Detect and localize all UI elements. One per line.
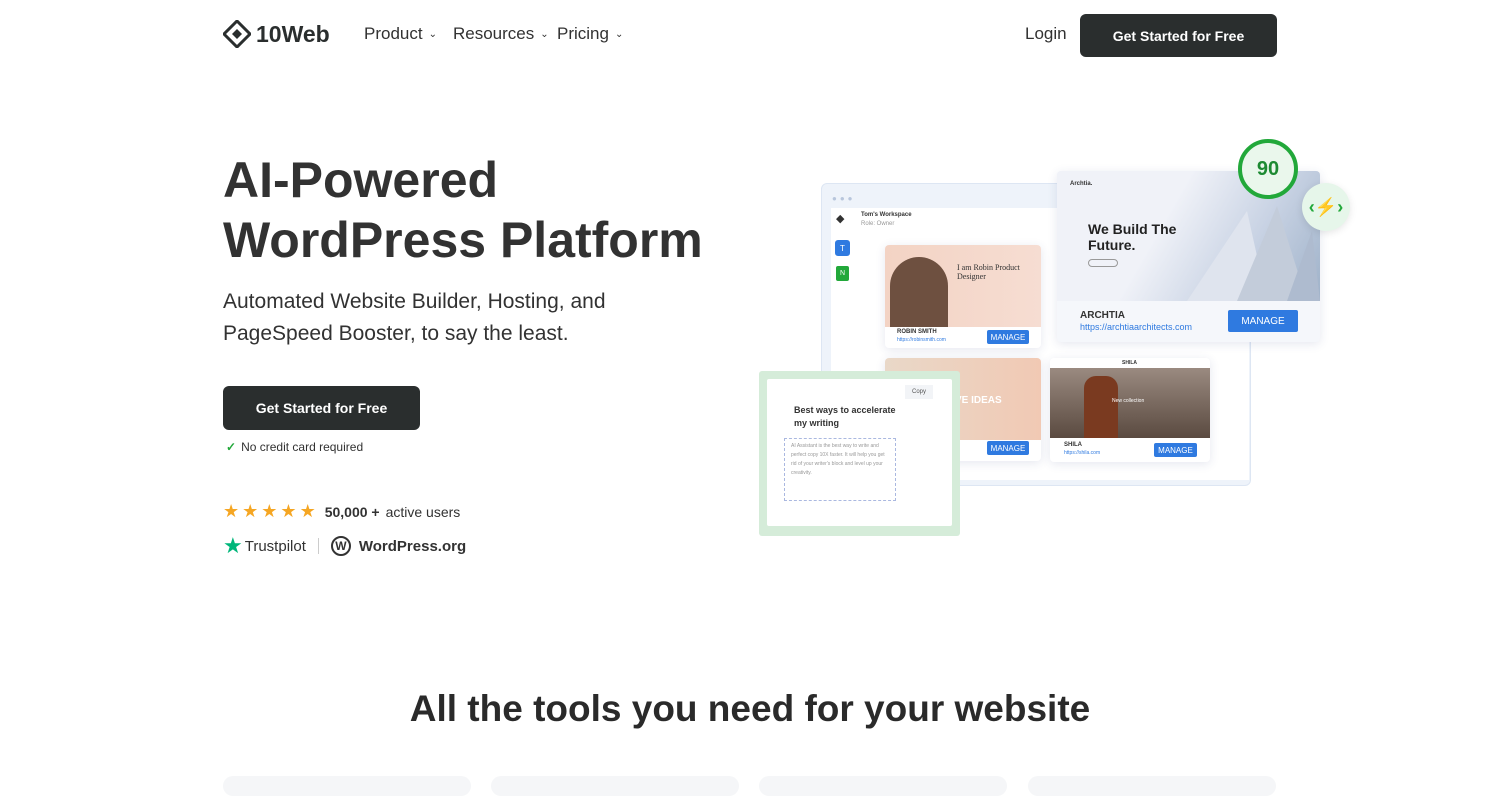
users-count: 50,000 + bbox=[324, 503, 380, 520]
chevron-down-icon: ⌄ bbox=[614, 28, 624, 40]
star-icon: ★ bbox=[242, 501, 259, 521]
star-icon: ★ bbox=[223, 501, 240, 521]
site-headline: New collection bbox=[1112, 398, 1145, 404]
ai-assistant-panel: Copy Best ways to accelerate my writing … bbox=[759, 371, 960, 536]
site-brand: SHILA bbox=[1122, 360, 1137, 366]
nav-label: Product bbox=[364, 24, 423, 43]
site-name: ROBIN SMITH bbox=[897, 329, 937, 335]
star-icon: ★ bbox=[299, 501, 316, 521]
manage-button[interactable]: MANAGE bbox=[987, 441, 1029, 455]
nav-label: Resources bbox=[453, 24, 535, 43]
check-icon: ✓ bbox=[226, 440, 237, 454]
no-credit-card-note: ✓ No credit card required bbox=[226, 440, 363, 454]
nav-resources[interactable]: Resources ⌄ bbox=[453, 24, 549, 44]
workspace-name: Tom's Workspace bbox=[861, 212, 912, 218]
site-url: https://archtiaarchitects.com bbox=[1080, 322, 1193, 332]
title-line: WordPress Platform bbox=[223, 212, 703, 268]
site-name: SHILA bbox=[1064, 442, 1082, 448]
manage-button[interactable]: MANAGE bbox=[987, 330, 1029, 344]
logo[interactable]: 10Web bbox=[223, 20, 330, 48]
nav-pricing[interactable]: Pricing ⌄ bbox=[557, 24, 623, 44]
tool-card[interactable] bbox=[491, 776, 739, 796]
manage-button[interactable]: MANAGE bbox=[1228, 310, 1298, 332]
login-link[interactable]: Login bbox=[1025, 24, 1067, 44]
divider bbox=[317, 538, 319, 554]
nav-label: Pricing bbox=[557, 24, 609, 43]
site-hero-button bbox=[1088, 259, 1118, 267]
ai-body: AI Assistant is the best way to write an… bbox=[784, 438, 896, 501]
tool-card[interactable] bbox=[223, 776, 471, 796]
tool-card[interactable] bbox=[759, 776, 1007, 796]
building-illustration bbox=[1187, 206, 1320, 301]
site-headline: VE IDEAS bbox=[955, 395, 1002, 406]
users-label: active users bbox=[385, 503, 461, 520]
site-url: https://shila.com bbox=[1064, 450, 1101, 456]
workspace-role: Role: Owner bbox=[861, 221, 895, 227]
site-card-robin: I am Robin Product Designer ROBIN SMITH … bbox=[885, 245, 1041, 348]
dashboard-logo-icon: ◆ bbox=[836, 213, 845, 225]
rating: ★ ★ ★ ★ ★ 50,000 + active users bbox=[223, 501, 460, 522]
tool-card[interactable] bbox=[1028, 776, 1276, 796]
site-headline: I am Robin Product Designer bbox=[957, 263, 1020, 281]
workspace-avatar: T bbox=[835, 240, 850, 256]
site-card-archtia: Archtia. We Build The Future. ARCHTIA ht… bbox=[1057, 171, 1320, 342]
portrait bbox=[890, 257, 948, 327]
copy-button[interactable]: Copy bbox=[905, 385, 933, 399]
note-text: No credit card required bbox=[241, 440, 364, 454]
ai-title: Best ways to accelerate my writing bbox=[794, 405, 896, 428]
logo-text: 10Web bbox=[256, 20, 330, 47]
site-brand: Archtia. bbox=[1070, 181, 1093, 187]
chevron-down-icon: ⌄ bbox=[540, 28, 549, 40]
get-started-hero-button[interactable]: Get Started for Free bbox=[223, 386, 420, 430]
wordpress-logo: WordPress.org bbox=[358, 537, 467, 555]
site-card-shila: SHILA New collection SHILA https://shila… bbox=[1050, 358, 1210, 462]
figure bbox=[1084, 376, 1118, 438]
hero-title: AI-Powered WordPress Platform bbox=[223, 150, 703, 270]
hero-subtitle: Automated Website Builder, Hosting, and … bbox=[223, 290, 606, 345]
site-name: ARCHTIA bbox=[1080, 310, 1125, 321]
logo-icon bbox=[223, 20, 251, 48]
star-icon: ★ bbox=[261, 501, 278, 521]
chevron-down-icon: ⌄ bbox=[428, 28, 437, 40]
site-url: https://robinsmith.com bbox=[897, 337, 946, 343]
trust-logos: ★ Trustpilot W WordPress.org bbox=[223, 533, 466, 559]
trustpilot-star-icon: ★ bbox=[223, 533, 243, 558]
tools-section-title: All the tools you need for your website bbox=[409, 688, 1091, 729]
wordpress-icon: W bbox=[330, 536, 351, 556]
nav-product[interactable]: Product ⌄ bbox=[364, 24, 437, 44]
manage-button[interactable]: MANAGE bbox=[1154, 443, 1197, 457]
window-dots: ●●● bbox=[832, 194, 856, 203]
site-headline: We Build The Future. bbox=[1088, 221, 1177, 253]
booster-lightning-icon: ‹⚡› bbox=[1302, 183, 1350, 231]
get-started-nav-button[interactable]: Get Started for Free bbox=[1080, 14, 1277, 57]
title-line: AI-Powered bbox=[223, 152, 499, 208]
trustpilot-logo: Trustpilot bbox=[244, 537, 306, 555]
star-icon: ★ bbox=[280, 501, 297, 521]
workspace-avatar: N bbox=[836, 266, 849, 281]
pagespeed-score: 90 bbox=[1238, 139, 1298, 199]
